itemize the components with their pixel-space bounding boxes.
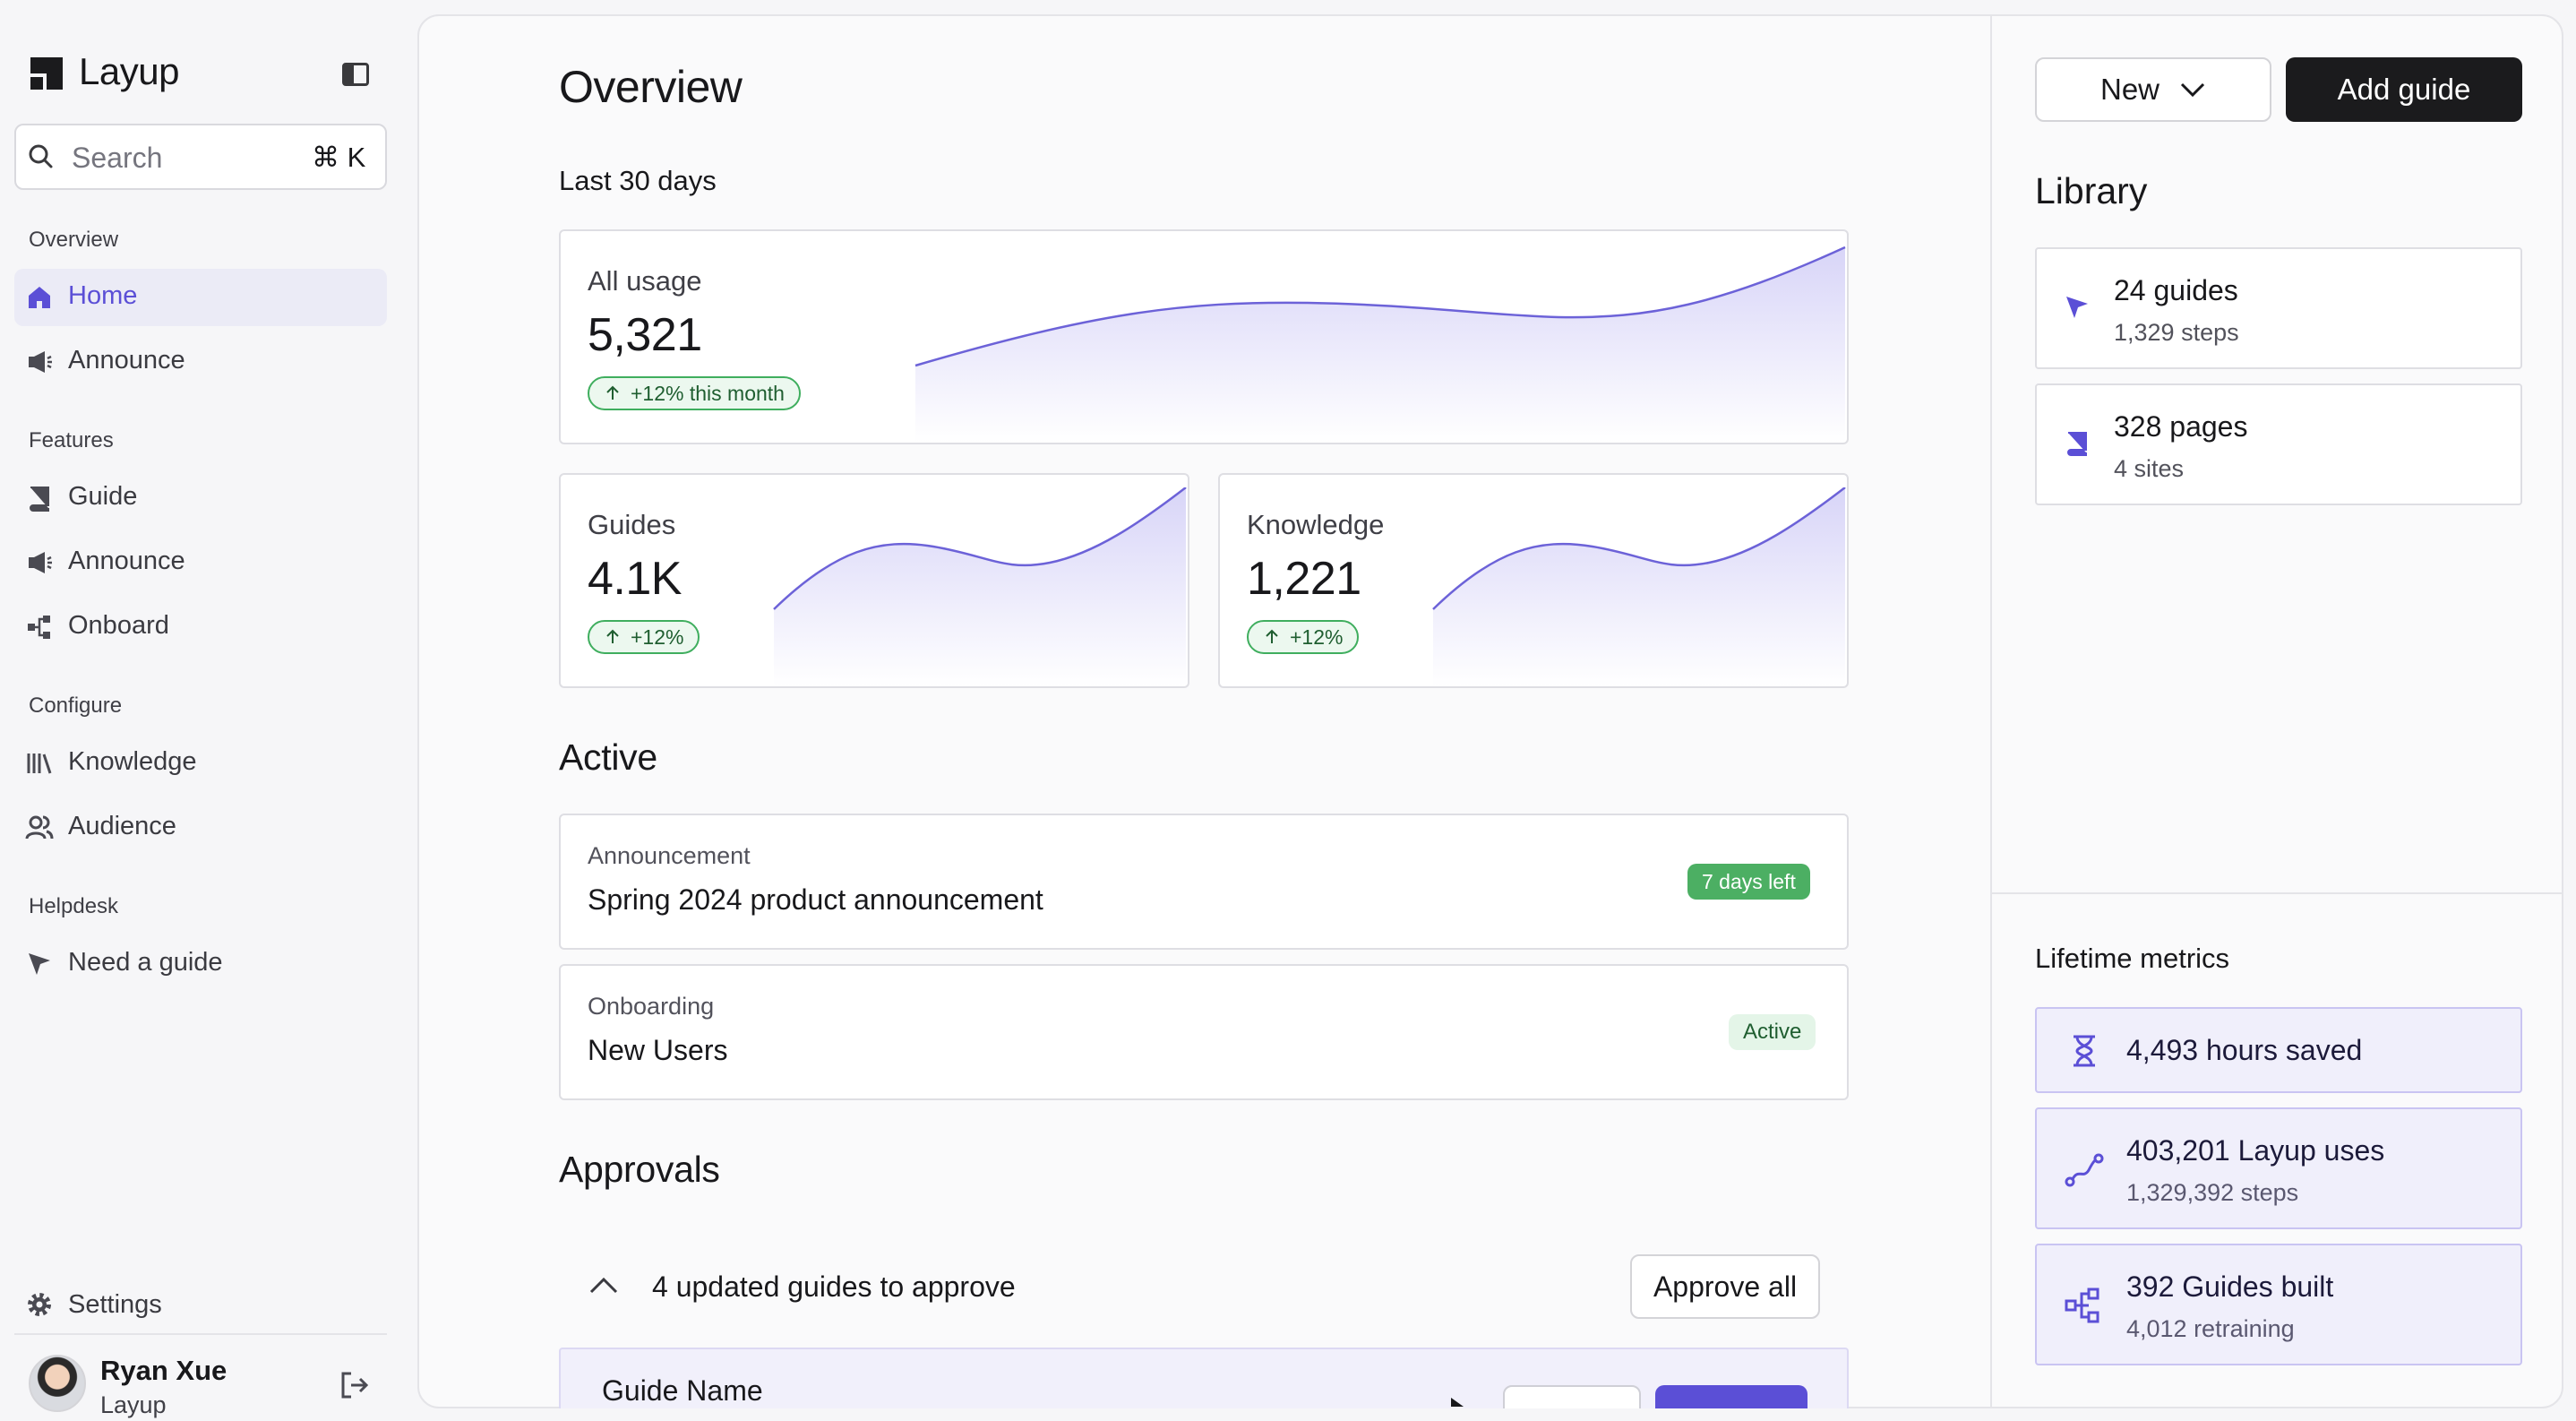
book-icon	[2067, 432, 2087, 456]
metric-card-uses	[2035, 1107, 2522, 1229]
chevron-down-icon	[2180, 82, 2205, 98]
sidebar-item-home-label: Home	[68, 281, 138, 310]
megaphone-icon	[29, 351, 52, 373]
add-guide-button[interactable]: Add guide	[2286, 57, 2522, 122]
logout-icon[interactable]	[339, 1369, 371, 1401]
metric-card-guides-built	[2035, 1244, 2522, 1365]
guides-sparkline	[773, 487, 1187, 686]
library-icon	[27, 754, 52, 774]
sidebar-item-announce-label: Announce	[68, 547, 185, 575]
flow-icon	[2065, 1288, 2099, 1323]
guide-name: Guide Name	[602, 1374, 763, 1407]
change-badge: +12% this month	[588, 376, 801, 410]
change-text: +12%	[1290, 624, 1344, 649]
section-title-active: Active	[559, 736, 657, 778]
layup-logo-icon	[30, 57, 63, 90]
sidebar-toggle-icon[interactable]	[342, 63, 369, 86]
hourglass-icon	[2074, 1035, 2095, 1067]
gear-icon	[28, 1293, 51, 1316]
arrow-up-icon	[606, 385, 619, 400]
home-icon	[29, 287, 50, 308]
divider	[1990, 892, 2563, 894]
divider	[1990, 14, 1992, 1408]
route-icon	[2065, 1153, 2104, 1187]
cursor-icon	[29, 953, 50, 975]
cursor-icon	[2066, 297, 2088, 318]
row-kicker: Announcement	[588, 842, 751, 869]
arrow-up-icon	[606, 629, 619, 643]
library-main: 328 pages	[2114, 410, 2248, 443]
sidebar-item-onboard-label: Onboard	[68, 611, 169, 640]
metric-sub: 1,329,392 steps	[2126, 1179, 2299, 1206]
library-sub: 1,329 steps	[2114, 319, 2239, 346]
metric-main: 4,493 hours saved	[2126, 1034, 2363, 1066]
review-button[interactable]	[1503, 1385, 1641, 1408]
flow-icon	[28, 616, 50, 639]
sidebar-item-knowledge-label: Knowledge	[68, 747, 197, 776]
app-name: Layup	[79, 50, 179, 92]
metric-main: 392 Guides built	[2126, 1270, 2334, 1303]
metric-main: 403,201 Layup uses	[2126, 1134, 2385, 1167]
new-dropdown-button[interactable]: New	[2035, 57, 2271, 122]
sidebar-item-settings-label: Settings	[68, 1290, 162, 1319]
search-icon	[29, 144, 53, 168]
book-icon	[30, 487, 49, 512]
avatar[interactable]	[29, 1355, 86, 1412]
library-item-pages[interactable]	[2035, 383, 2522, 505]
divider	[14, 1333, 387, 1335]
section-title-approvals: Approvals	[559, 1149, 720, 1190]
pointer-cursor-icon	[1451, 1398, 1464, 1407]
user-org: Layup	[100, 1391, 167, 1418]
page-title: Overview	[559, 62, 743, 112]
metric-sub: 4,012 retraining	[2126, 1315, 2295, 1342]
search-shortcut: ⌘ K	[312, 142, 366, 173]
section-label-helpdesk: Helpdesk	[29, 894, 119, 918]
section-label-overview: Overview	[29, 228, 119, 252]
user-name: Ryan Xue	[100, 1355, 228, 1386]
megaphone-icon	[29, 552, 52, 573]
chevron-up-icon[interactable]	[588, 1274, 620, 1296]
change-text: +12% this month	[631, 381, 785, 405]
sidebar-item-audience-label: Audience	[68, 812, 176, 840]
library-main: 24 guides	[2114, 274, 2238, 306]
sidebar-item-need-guide-label: Need a guide	[68, 948, 223, 977]
search-placeholder: Search	[72, 142, 163, 174]
new-label: New	[2099, 73, 2160, 106]
usage-sparkline	[914, 245, 1846, 443]
change-badge: +12%	[1247, 620, 1360, 654]
library-title: Library	[2035, 170, 2148, 211]
sidebar: Layup Search ⌘ K Overview Home Announce …	[0, 0, 417, 1421]
approve-button[interactable]	[1655, 1385, 1807, 1408]
stat-label: Knowledge	[1247, 509, 1385, 540]
stat-value: 1,221	[1247, 553, 1361, 605]
change-text: +12%	[631, 624, 684, 649]
section-label-features: Features	[29, 428, 114, 452]
status-badge: Active	[1729, 1014, 1816, 1050]
approval-row[interactable]: Guide Name	[559, 1348, 1849, 1408]
row-title: Spring 2024 product announcement	[588, 883, 1043, 916]
library-sub: 4 sites	[2114, 455, 2185, 482]
change-badge: +12%	[588, 620, 700, 654]
approvals-summary: 4 updated guides to approve	[652, 1270, 1016, 1303]
stat-value: 4.1K	[588, 553, 682, 605]
row-title: New Users	[588, 1034, 728, 1066]
approve-all-button[interactable]: Approve all	[1630, 1254, 1820, 1319]
sidebar-item-guide-label: Guide	[68, 482, 138, 511]
stat-label: All usage	[588, 265, 702, 297]
lifetime-metrics-title: Lifetime metrics	[2035, 943, 2230, 974]
arrow-up-icon	[1266, 629, 1278, 643]
active-row-announcement[interactable]	[559, 814, 1849, 950]
stat-label: Guides	[588, 509, 676, 540]
knowledge-sparkline	[1432, 487, 1846, 686]
sidebar-item-announce-top-label: Announce	[68, 346, 185, 375]
stat-value: 5,321	[588, 309, 702, 361]
section-label-configure: Configure	[29, 693, 123, 718]
library-item-guides[interactable]	[2035, 247, 2522, 369]
status-badge: 7 days left	[1687, 864, 1810, 900]
users-icon	[25, 815, 54, 840]
period-label: Last 30 days	[559, 165, 717, 196]
active-row-onboarding[interactable]	[559, 964, 1849, 1100]
row-kicker: Onboarding	[588, 993, 715, 1020]
